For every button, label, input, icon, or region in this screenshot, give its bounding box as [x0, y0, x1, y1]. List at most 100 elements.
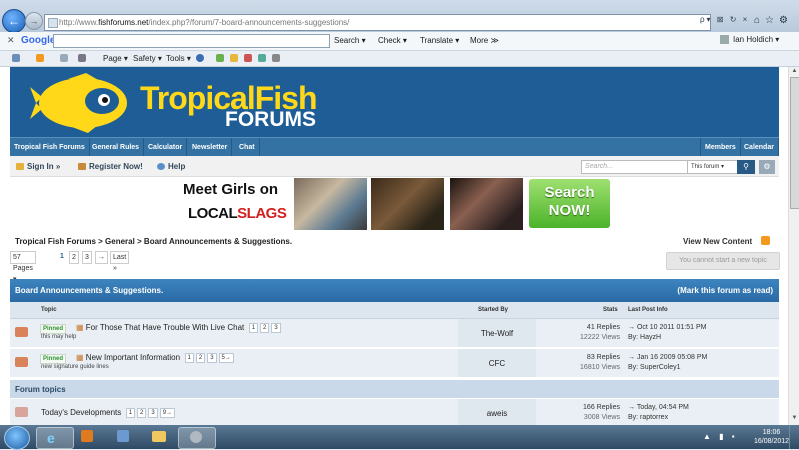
scroll-thumb[interactable]	[790, 77, 799, 209]
page-1[interactable]: 1	[58, 251, 66, 262]
addon-icon[interactable]	[272, 54, 280, 62]
google-logo: Google	[21, 35, 56, 46]
advanced-search-button[interactable]: ⚙	[759, 160, 775, 174]
topic-subtitle: this may help	[41, 334, 77, 340]
topic-page-link[interactable]: 2	[260, 323, 270, 333]
topic-page-link[interactable]: 5→	[218, 353, 234, 363]
internet-explorer-icon[interactable]: e	[36, 427, 74, 449]
nav-chat[interactable]: Chat	[235, 138, 260, 157]
rss-feed-icon[interactable]	[761, 236, 770, 245]
topic-starter[interactable]: CFC	[458, 359, 536, 368]
topic-page-link[interactable]: 1	[248, 323, 259, 333]
breadcrumb[interactable]: Tropical Fish Forums > General > Board A…	[15, 237, 292, 246]
topic-page-link[interactable]: 9→	[159, 408, 176, 418]
explorer-folder-icon[interactable]	[142, 427, 178, 447]
page-jump-select[interactable]: 57 Pages ▾	[10, 251, 36, 283]
browser-toolbar-icons[interactable]: ⌂☆⚙	[754, 15, 793, 26]
fish-logo-icon[interactable]	[28, 73, 138, 133]
more-button[interactable]: More ≫	[470, 36, 499, 45]
last-post-date[interactable]: → Jan 16 2009 05:08 PM	[628, 354, 707, 361]
topic-page-link[interactable]: 1	[184, 353, 194, 363]
topic-starter[interactable]: The-Wolf	[458, 329, 536, 338]
forum-title: Board Announcements & Suggestions.	[15, 286, 164, 295]
page-2[interactable]: 2	[69, 251, 79, 264]
topic-page-link[interactable]: 3	[271, 323, 281, 333]
topic-starter[interactable]: aweis	[458, 409, 536, 418]
address-bar[interactable]: http://www.fishforums.net/index.php?/for…	[44, 14, 711, 31]
google-search-input[interactable]	[53, 34, 330, 48]
nav-members[interactable]: Members	[700, 138, 741, 157]
addon-icon[interactable]	[216, 54, 224, 62]
ad-search-now-button[interactable]: Search NOW!	[529, 179, 610, 228]
addon-icon[interactable]	[258, 54, 266, 62]
home-icon[interactable]	[12, 54, 20, 62]
google-search-button[interactable]: Search ▾	[334, 36, 366, 45]
mail-icon[interactable]	[60, 54, 68, 62]
topic-title[interactable]: ▦ For Those That Have Trouble With Live …	[76, 323, 283, 333]
address-bar-tools[interactable]: ρ▾ ⊠ ↻ ×	[700, 15, 749, 24]
nav-calculator[interactable]: Calculator	[144, 138, 188, 157]
forum-search-input[interactable]: Search...	[581, 160, 690, 174]
topic-title[interactable]: Today's Developments 1 2 3 9→	[41, 408, 177, 418]
check-button[interactable]: Check ▾	[378, 36, 407, 45]
start-button-icon[interactable]	[4, 426, 30, 450]
next-page-button[interactable]: →	[95, 251, 108, 264]
feeds-icon[interactable]	[36, 54, 44, 62]
page-scrollbar[interactable]: ▲ ▼	[788, 67, 799, 425]
last-post-author[interactable]: By: raptorrex	[628, 414, 668, 421]
search-scope-select[interactable]: This forum ▾	[687, 160, 739, 174]
col-last-post[interactable]: Last Post Info	[628, 307, 668, 313]
search-submit-button[interactable]: ⚲	[737, 160, 755, 174]
topic-page-link[interactable]: 3	[148, 408, 158, 418]
nav-calendar[interactable]: Calendar	[740, 138, 779, 157]
media-player-icon[interactable]	[70, 427, 106, 447]
app-icon[interactable]	[106, 427, 142, 447]
show-desktop-button[interactable]	[789, 425, 799, 449]
safety-menu[interactable]: Safety ▾	[133, 54, 162, 63]
col-stats[interactable]: Stats	[603, 307, 618, 313]
topic-page-link[interactable]: 2	[137, 408, 147, 418]
last-page-button[interactable]: Last »	[110, 251, 130, 272]
help-link[interactable]: Help	[157, 162, 185, 171]
forward-button[interactable]: →	[25, 12, 43, 30]
ad-photo[interactable]	[450, 178, 523, 230]
sign-in-link[interactable]: Sign In »	[16, 162, 60, 171]
topic-page-link[interactable]: 1	[125, 408, 136, 418]
nav-general-rules[interactable]: General Rules	[88, 138, 145, 157]
site-logo-subtitle[interactable]: FORUMS	[225, 108, 316, 132]
last-post-date[interactable]: → Oct 10 2011 01:51 PM	[628, 324, 706, 331]
help-icon[interactable]	[196, 54, 204, 62]
user-account[interactable]: Ian Holdich ▾	[720, 35, 779, 45]
ad-photo[interactable]	[294, 178, 367, 230]
addon-icon[interactable]	[230, 54, 238, 62]
nav-newsletter[interactable]: Newsletter	[188, 138, 233, 157]
nav-tropical-fish-forums[interactable]: Tropical Fish Forums	[10, 138, 90, 157]
advertisement-banner[interactable]: Meet Girls on LOCALSLAGS Search NOW!	[180, 178, 615, 230]
topic-title[interactable]: ▦ New Important Information 1 2 3 5→	[76, 353, 236, 363]
last-post-date[interactable]: → Today, 04:54 PM	[628, 404, 689, 411]
view-new-content-link[interactable]: View New Content	[683, 237, 752, 246]
addon-icon[interactable]	[244, 54, 252, 62]
mark-read-link[interactable]: (Mark this forum as read)	[677, 286, 773, 295]
scroll-down-icon[interactable]: ▼	[790, 415, 799, 423]
scroll-up-icon[interactable]: ▲	[790, 68, 799, 76]
print-icon[interactable]	[78, 54, 86, 62]
ad-photo[interactable]	[371, 178, 444, 230]
register-link[interactable]: Register Now!	[78, 162, 143, 171]
col-topic[interactable]: Topic	[41, 307, 57, 313]
last-post-author[interactable]: By: SuperColey1	[628, 364, 681, 371]
translate-button[interactable]: Translate ▾	[420, 36, 459, 45]
close-toolbar-icon[interactable]: ✕	[7, 35, 15, 46]
col-started-by[interactable]: Started By	[478, 307, 508, 313]
last-post-author[interactable]: By: HayzH	[628, 334, 661, 341]
taskbar-clock[interactable]: 18:06 16/08/2012	[754, 428, 789, 446]
topic-page-link[interactable]: 2	[195, 353, 206, 363]
page-3[interactable]: 3	[82, 251, 92, 264]
back-button[interactable]: ←	[2, 9, 26, 33]
app-icon[interactable]	[178, 427, 216, 449]
gear-icon: ⚙	[763, 162, 771, 171]
page-menu[interactable]: Page ▾	[103, 54, 128, 63]
tools-menu[interactable]: Tools ▾	[166, 54, 191, 63]
system-tray-icons[interactable]: ▲ ▮ ▪	[703, 432, 738, 441]
topic-page-link[interactable]: 3	[207, 353, 217, 363]
